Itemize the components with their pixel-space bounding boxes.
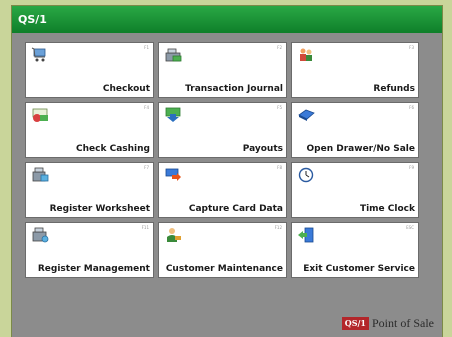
customer-icon — [167, 228, 181, 242]
payouts-button[interactable]: F5 Payouts — [158, 102, 287, 158]
time-clock-button[interactable]: F9 Time Clock — [291, 162, 419, 218]
function-key-label: F1 — [144, 45, 149, 50]
checkout-button[interactable]: F1 Checkout — [25, 42, 154, 98]
cash-register-icon — [165, 48, 182, 62]
function-key-label: F9 — [409, 165, 414, 170]
function-key-label: F12 — [274, 225, 282, 230]
function-key-label: F5 — [277, 105, 282, 110]
check-cashing-label: Check Cashing — [76, 144, 150, 154]
customer-maintenance-label: Customer Maintenance — [165, 264, 283, 274]
payout-arrow-icon — [165, 107, 181, 122]
brand-text: Point of Sale — [372, 316, 434, 330]
capture-card-data-label: Capture Card Data — [188, 204, 283, 214]
register-management-icon — [32, 227, 49, 243]
register-management-label: Register Management — [37, 264, 150, 274]
menu-grid: F1 Checkout F2 Transaction Journal F3 Re… — [25, 42, 419, 278]
cash-drawer-icon — [298, 109, 315, 121]
refunds-label: Refunds — [373, 84, 415, 94]
clock-icon — [298, 167, 314, 183]
function-key-label: F4 — [144, 105, 149, 110]
register-management-button[interactable]: F11 Register Management — [25, 222, 154, 278]
exit-customer-service-label: Exit Customer Service — [303, 264, 415, 274]
function-key-label: F3 — [409, 45, 414, 50]
register-worksheet-label: Register Worksheet — [49, 204, 150, 214]
check-money-icon — [32, 108, 48, 122]
function-key-label: F6 — [409, 105, 414, 110]
transaction-journal-button[interactable]: F2 Transaction Journal — [158, 42, 287, 98]
customer-maintenance-button[interactable]: F12 Customer Maintenance — [158, 222, 287, 278]
exit-customer-service-button[interactable]: ESC Exit Customer Service — [291, 222, 419, 278]
check-cashing-button[interactable]: F4 Check Cashing — [25, 102, 154, 158]
open-drawer-button[interactable]: F6 Open Drawer/No Sale — [291, 102, 419, 158]
capture-card-data-button[interactable]: F8 Capture Card Data — [158, 162, 287, 218]
register-worksheet-button[interactable]: F7 Register Worksheet — [25, 162, 154, 218]
exit-door-icon — [298, 227, 314, 243]
function-key-label: F2 — [277, 45, 282, 50]
payouts-label: Payouts — [242, 144, 283, 154]
worksheet-icon — [32, 167, 49, 182]
window-title: QS/1 — [12, 6, 442, 33]
brand-logo: QS/1 Point of Sale — [341, 316, 434, 331]
shopping-cart-icon — [31, 47, 46, 62]
card-capture-icon — [165, 168, 181, 181]
refunds-button[interactable]: F3 Refunds — [291, 42, 419, 98]
open-drawer-label: Open Drawer/No Sale — [306, 144, 415, 154]
qs1-logo: QS/1 — [341, 317, 369, 330]
time-clock-label: Time Clock — [359, 204, 415, 214]
function-key-label: ESC — [406, 225, 414, 230]
transaction-journal-label: Transaction Journal — [185, 84, 283, 94]
refund-people-icon — [300, 48, 312, 61]
checkout-label: Checkout — [102, 84, 150, 94]
main-window: QS/1 F1 Checkout F2 Transaction Journal … — [12, 6, 442, 337]
function-key-label: F11 — [141, 225, 149, 230]
function-key-label: F8 — [277, 165, 282, 170]
function-key-label: F7 — [144, 165, 149, 170]
